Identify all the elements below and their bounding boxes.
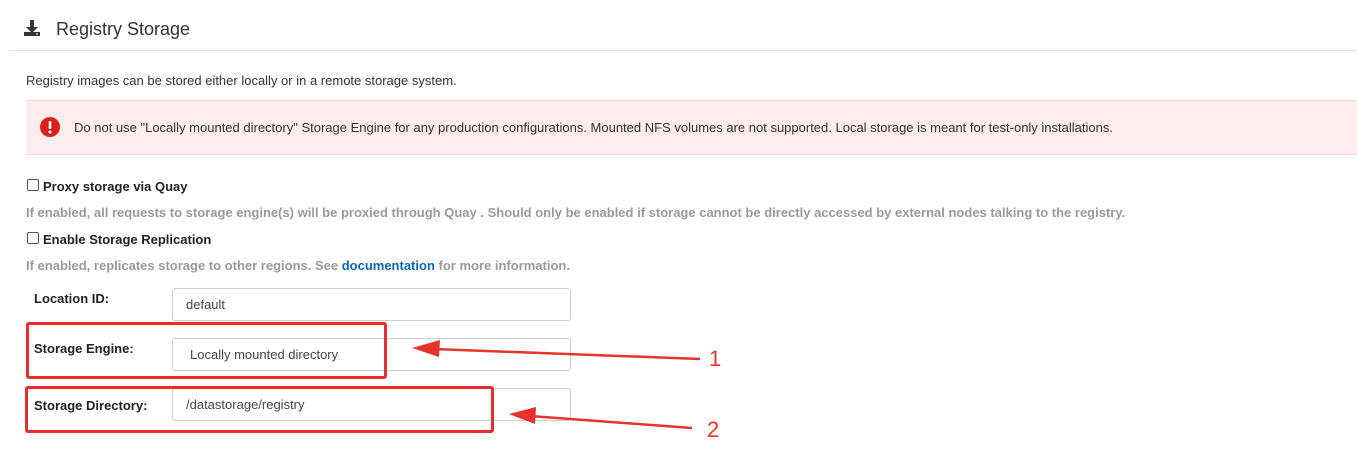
- annotation-arrow-2-shaft: [529, 414, 693, 430]
- annotation-arrow-2-head: [509, 407, 536, 424]
- annotation-arrow-1-shaft: [433, 347, 701, 361]
- annotation-number-1: 1: [709, 346, 722, 371]
- annotation-number-2: 2: [707, 417, 720, 442]
- annotation-arrow-1-head: [412, 340, 440, 357]
- annotation-arrows: [412, 340, 701, 430]
